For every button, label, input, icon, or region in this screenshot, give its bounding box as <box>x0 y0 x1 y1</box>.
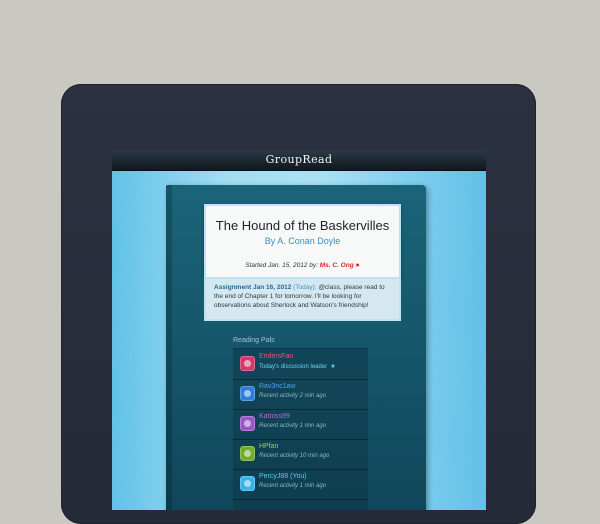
app-screen: GroupRead The Hound of the Baskervilles … <box>112 150 486 510</box>
pal-name: HPfan <box>259 443 279 450</box>
reading-pals-list: EndersFan Today's discussion leader ★ Rav… <box>233 348 368 510</box>
avatar <box>240 416 255 431</box>
pal-status: Recent activity 2 min ago <box>259 393 327 399</box>
book-author: By A. Conan Doyle <box>264 236 341 246</box>
star-icon: ★ <box>330 364 336 370</box>
started-line: Started Jan. 15, 2012 by: Ms. C. Ong ● <box>206 262 399 269</box>
pal-status: Today's discussion leader ★ <box>259 363 336 370</box>
avatar <box>240 356 255 371</box>
avatar <box>240 386 255 401</box>
assignment-date: Assignment Jan 16, 2012 <box>214 284 292 291</box>
list-item[interactable]: PercyJ88 (You) Recent activity 1 min ago <box>233 469 368 500</box>
list-item[interactable]: EndersFan Today's discussion leader ★ <box>233 349 368 380</box>
pal-name: EndersFan <box>259 353 294 360</box>
nav-bar: GroupRead <box>112 150 486 171</box>
app-title: GroupRead <box>265 153 333 166</box>
list-item[interactable]: HPfan Recent activity 10 min ago <box>233 439 368 470</box>
book-title: The Hound of the Baskervilles <box>215 218 390 233</box>
reading-pals-heading: Reading Pals <box>233 337 275 344</box>
pal-name: PercyJ88 (You) <box>259 473 307 480</box>
pal-name: Katniss99 <box>259 413 290 420</box>
pal-name: Rav3nc1aw <box>259 383 296 390</box>
assignment-card: Assignment Jan 16, 2012 (Today): @class,… <box>204 279 401 321</box>
assignment-today: (Today): <box>293 284 317 291</box>
list-item[interactable]: Rav3nc1aw Recent activity 2 min ago <box>233 379 368 410</box>
book-cover: The Hound of the Baskervilles By A. Cona… <box>166 185 426 510</box>
started-label: Started Jan. 15, 2012 by: <box>245 262 320 269</box>
teacher-link[interactable]: Ms. C. Ong <box>320 262 354 269</box>
list-item[interactable]: Katniss99 Recent activity 1 min ago <box>233 409 368 440</box>
discussion-leader-label: Today's discussion leader <box>259 364 328 370</box>
pal-status: Recent activity 10 min ago <box>259 453 330 459</box>
avatar <box>240 446 255 461</box>
apple-icon: ● <box>355 262 360 269</box>
pal-status: Recent activity 1 min ago <box>259 483 327 489</box>
book-title-card[interactable]: The Hound of the Baskervilles By A. Cona… <box>204 204 401 279</box>
pal-status: Recent activity 1 min ago <box>259 423 327 429</box>
assignment-text: Assignment Jan 16, 2012 (Today): @class,… <box>214 283 392 310</box>
avatar <box>240 476 255 491</box>
